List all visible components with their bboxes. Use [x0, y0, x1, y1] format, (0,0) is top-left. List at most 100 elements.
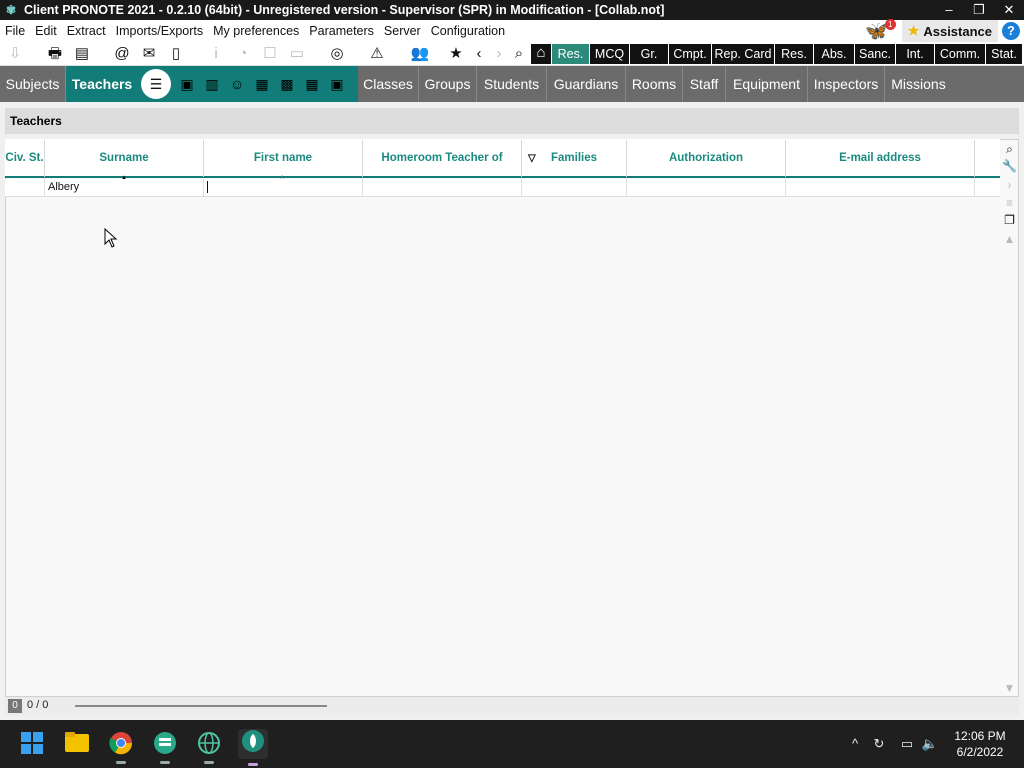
- toolbar-tab-comm[interactable]: Comm.: [935, 44, 985, 64]
- timetable-icon[interactable]: ▥: [201, 74, 223, 94]
- file-explorer-icon[interactable]: [64, 731, 90, 757]
- col-surname[interactable]: Surname: [45, 140, 204, 177]
- document-icon[interactable]: ▤: [72, 45, 92, 63]
- window-title: Client PRONOTE 2021 - 0.2.10 (64bit) - U…: [24, 3, 665, 17]
- system-clock[interactable]: 12:06 PM 6/2/2022: [940, 728, 1020, 760]
- cell-families[interactable]: [522, 179, 627, 197]
- tab-students[interactable]: Students: [477, 66, 547, 102]
- search-icon[interactable]: ⌕: [509, 45, 529, 63]
- tab-missions[interactable]: Missions: [885, 66, 952, 102]
- scroll-down-icon[interactable]: ▼: [1002, 680, 1017, 696]
- cell-authorization[interactable]: [627, 179, 786, 197]
- cell-surname[interactable]: Albery: [45, 179, 204, 197]
- phone-icon[interactable]: ▯: [166, 45, 186, 63]
- favorite-star-icon[interactable]: ★: [446, 45, 466, 63]
- pronote-client-icon[interactable]: [238, 729, 268, 766]
- toolbar-tab-res-2[interactable]: Res.: [775, 44, 813, 64]
- help-button[interactable]: ?: [1002, 22, 1020, 40]
- assistance-label: Assistance: [923, 23, 992, 39]
- col-authorization[interactable]: Authorization: [627, 140, 786, 177]
- chat-icon[interactable]: ☐: [260, 45, 280, 63]
- tray-expand-icon[interactable]: ^: [846, 735, 864, 753]
- expand-right-icon[interactable]: ›: [1002, 177, 1017, 193]
- pronote-server-icon[interactable]: [152, 731, 178, 764]
- col-email[interactable]: E-mail address: [786, 140, 975, 177]
- col-civ-st[interactable]: Civ. St.: [5, 140, 45, 177]
- at-sign-icon[interactable]: @: [112, 45, 132, 63]
- grid-icon[interactable]: ▩: [276, 74, 298, 94]
- menu-my-preferences[interactable]: My preferences: [208, 24, 304, 38]
- cell-email[interactable]: [786, 179, 975, 197]
- tab-guardians[interactable]: Guardians: [547, 66, 626, 102]
- alarm-icon[interactable]: ⚠: [367, 45, 387, 63]
- menu-extract[interactable]: Extract: [62, 24, 111, 38]
- notification-butterfly-icon[interactable]: 🦋 1: [865, 18, 896, 42]
- menu-configuration[interactable]: Configuration: [426, 24, 510, 38]
- tray-volume-icon[interactable]: 🔈: [921, 735, 939, 753]
- people-icon[interactable]: 👥: [410, 45, 430, 63]
- calendar-grid-icon[interactable]: ▦: [301, 74, 323, 94]
- windows-start-icon[interactable]: [19, 731, 45, 757]
- toolbar-tab-sanc[interactable]: Sanc.: [855, 44, 895, 64]
- close-button[interactable]: ✕: [994, 0, 1024, 20]
- toolbar-tab-stat[interactable]: Stat.: [986, 44, 1022, 64]
- chrome-icon[interactable]: [108, 731, 134, 764]
- menu-parameters[interactable]: Parameters: [304, 24, 379, 38]
- toolbar-tab-int[interactable]: Int.: [896, 44, 934, 64]
- sync-icon[interactable]: ◎: [327, 45, 347, 63]
- print-icon[interactable]: 🖶: [45, 45, 65, 63]
- tray-network-icon[interactable]: ▭: [898, 735, 916, 753]
- toolbar-tab-abs[interactable]: Abs.: [814, 44, 854, 64]
- toolbar-tab-cmpt[interactable]: Cmpt.: [669, 44, 711, 64]
- col-homeroom-teacher[interactable]: Homeroom Teacher of: [363, 140, 522, 177]
- cell-homeroom[interactable]: [363, 179, 522, 197]
- forward-arrow-icon[interactable]: ›: [489, 45, 509, 63]
- tab-groups[interactable]: Groups: [419, 66, 477, 102]
- assistance-button[interactable]: ★ Assistance: [901, 20, 998, 42]
- home-icon[interactable]: ⌂: [531, 44, 551, 64]
- grid-search-icon[interactable]: ⌕: [1002, 141, 1017, 157]
- maximize-button[interactable]: ❐: [964, 0, 994, 20]
- download-icon[interactable]: ⇩: [5, 45, 25, 63]
- toolbar-tab-mcq[interactable]: MCQ: [590, 44, 629, 64]
- tab-subjects[interactable]: Subjects: [0, 66, 66, 102]
- back-arrow-icon[interactable]: ‹: [469, 45, 489, 63]
- tab-teachers[interactable]: Teachers: [66, 66, 138, 102]
- horizontal-scrollbar[interactable]: [75, 705, 327, 707]
- teacher-person-icon[interactable]: ☺: [226, 74, 248, 94]
- scroll-up-icon[interactable]: ▲: [1002, 231, 1017, 247]
- info-icon[interactable]: i: [206, 45, 226, 63]
- tab-inspectors[interactable]: Inspectors: [808, 66, 885, 102]
- pie-chart-icon[interactable]: ◔: [233, 45, 253, 63]
- list-view-icon[interactable]: ☰: [141, 69, 171, 99]
- tray-update-icon[interactable]: ↻: [870, 735, 888, 753]
- menu-file[interactable]: File: [0, 24, 30, 38]
- menu-imports-exports[interactable]: Imports/Exports: [111, 24, 209, 38]
- copy-icon[interactable]: ❐: [1002, 212, 1017, 228]
- envelope-icon[interactable]: ✉: [139, 45, 159, 63]
- tab-staff[interactable]: Staff: [683, 66, 726, 102]
- profile-card-icon[interactable]: ▣: [326, 74, 348, 94]
- globe-network-icon[interactable]: [196, 731, 222, 764]
- cell-civ-st[interactable]: [5, 179, 45, 197]
- tab-classes[interactable]: Classes: [358, 66, 419, 102]
- running-indicator: [160, 761, 170, 764]
- filter-icon[interactable]: ▽: [528, 140, 536, 177]
- col-first-name[interactable]: First name: [204, 140, 363, 177]
- minimize-button[interactable]: –: [934, 0, 964, 20]
- lines-icon[interactable]: ≡: [1002, 195, 1017, 211]
- archive-icon[interactable]: ▭: [287, 45, 307, 63]
- toolbar-tab-rep-card[interactable]: Rep. Card: [712, 44, 774, 64]
- tab-equipment[interactable]: Equipment: [726, 66, 808, 102]
- menu-edit[interactable]: Edit: [30, 24, 62, 38]
- cell-first-name[interactable]: [204, 179, 363, 197]
- tab-rooms[interactable]: Rooms: [626, 66, 683, 102]
- clock-date: 6/2/2022: [956, 745, 1004, 759]
- wrench-icon[interactable]: 🔧: [1002, 158, 1017, 174]
- toolbar-tab-gr[interactable]: Gr.: [630, 44, 668, 64]
- menu-server[interactable]: Server: [379, 24, 426, 38]
- toolbar-tab-res[interactable]: Res.: [552, 44, 589, 64]
- col-families[interactable]: ▽ Families: [522, 140, 627, 177]
- schedule-icon[interactable]: ▦: [251, 74, 273, 94]
- id-card-icon[interactable]: ▣: [176, 74, 198, 94]
